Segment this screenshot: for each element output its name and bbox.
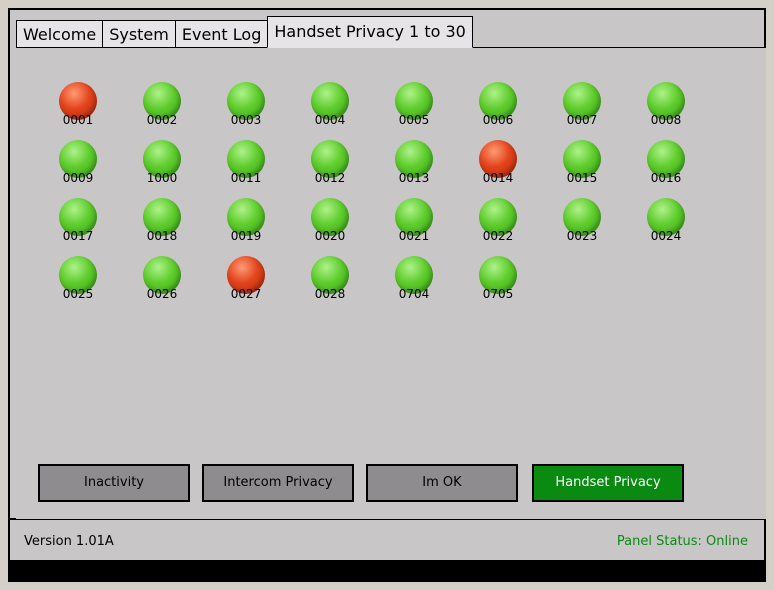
handset-id-label: 0019 [230,229,262,243]
handset-id-label: 0016 [650,171,682,185]
handset-led[interactable]: 0015 [556,140,608,184]
handset-id-label: 0014 [482,171,514,185]
handset-id-label: 0003 [230,113,262,127]
handset-led[interactable]: 1000 [136,140,188,184]
tab-content: 0001 0002 0003 0004 0005 0006 0007 0008 0009 1000… [16,48,766,519]
tab-welcome[interactable]: Welcome [16,20,104,48]
handset-led[interactable]: 0025 [52,256,104,300]
handset-led[interactable]: 0013 [388,140,440,184]
handset-led[interactable]: 0016 [640,140,692,184]
tab-bar: Welcome System Event Log Handset Privacy… [16,16,473,48]
handset-id-label: 0705 [482,287,514,301]
handset-id-label: 0025 [62,287,94,301]
im-ok-button[interactable]: Im OK [366,464,518,502]
handset-id-label: 0015 [566,171,598,185]
handset-led[interactable]: 0027 [220,256,272,300]
handset-grid: 0001 0002 0003 0004 0005 0006 0007 0008 0009 1000… [16,48,766,368]
handset-id-label: 0001 [62,113,94,127]
handset-led[interactable]: 0002 [136,82,188,126]
handset-led[interactable]: 0017 [52,198,104,242]
handset-led[interactable]: 0019 [220,198,272,242]
handset-id-label: 0022 [482,229,514,243]
handset-led[interactable]: 0705 [472,256,524,300]
handset-id-label: 0704 [398,287,430,301]
handset-led[interactable]: 0006 [472,82,524,126]
handset-id-label: 0027 [230,287,262,301]
handset-led[interactable]: 0011 [220,140,272,184]
handset-id-label: 0013 [398,171,430,185]
handset-led[interactable]: 0022 [472,198,524,242]
handset-id-label: 0020 [314,229,346,243]
handset-led[interactable]: 0024 [640,198,692,242]
tab-system[interactable]: System [102,20,176,48]
handset-id-label: 0004 [314,113,346,127]
handset-id-label: 0021 [398,229,430,243]
handset-id-label: 0011 [230,171,262,185]
inactivity-button[interactable]: Inactivity [38,464,190,502]
handset-id-label: 0005 [398,113,430,127]
handset-id-label: 0006 [482,113,514,127]
bottom-border [8,560,766,582]
handset-led[interactable]: 0001 [52,82,104,126]
handset-id-label: 0024 [650,229,682,243]
handset-led[interactable]: 0028 [304,256,356,300]
version-label: Version 1.01A [24,534,114,549]
handset-id-label: 0007 [566,113,598,127]
handset-id-label: 0023 [566,229,598,243]
handset-led[interactable]: 0005 [388,82,440,126]
handset-led[interactable]: 0026 [136,256,188,300]
handset-id-label: 0009 [62,171,94,185]
handset-id-label: 0017 [62,229,94,243]
handset-led[interactable]: 0003 [220,82,272,126]
tab-handset-privacy[interactable]: Handset Privacy 1 to 30 [267,16,473,48]
intercom-privacy-button[interactable]: Intercom Privacy [202,464,354,502]
handset-led[interactable]: 0018 [136,198,188,242]
handset-id-label: 0028 [314,287,346,301]
handset-privacy-button[interactable]: Handset Privacy [532,464,684,502]
handset-led[interactable]: 0023 [556,198,608,242]
panel-status: Panel Status: Online [616,534,748,549]
handset-led[interactable]: 0021 [388,198,440,242]
handset-led[interactable]: 0012 [304,140,356,184]
tab-event-log[interactable]: Event Log [174,20,269,48]
handset-id-label: 1000 [146,171,178,185]
handset-led[interactable]: 0014 [472,140,524,184]
handset-led[interactable]: 0007 [556,82,608,126]
handset-id-label: 0026 [146,287,178,301]
handset-led[interactable]: 0004 [304,82,356,126]
handset-led[interactable]: 0008 [640,82,692,126]
handset-led[interactable]: 0009 [52,140,104,184]
handset-led[interactable]: 0704 [388,256,440,300]
handset-id-label: 0008 [650,113,682,127]
handset-id-label: 0012 [314,171,346,185]
handset-led[interactable]: 0020 [304,198,356,242]
handset-id-label: 0018 [146,229,178,243]
handset-id-label: 0002 [146,113,178,127]
